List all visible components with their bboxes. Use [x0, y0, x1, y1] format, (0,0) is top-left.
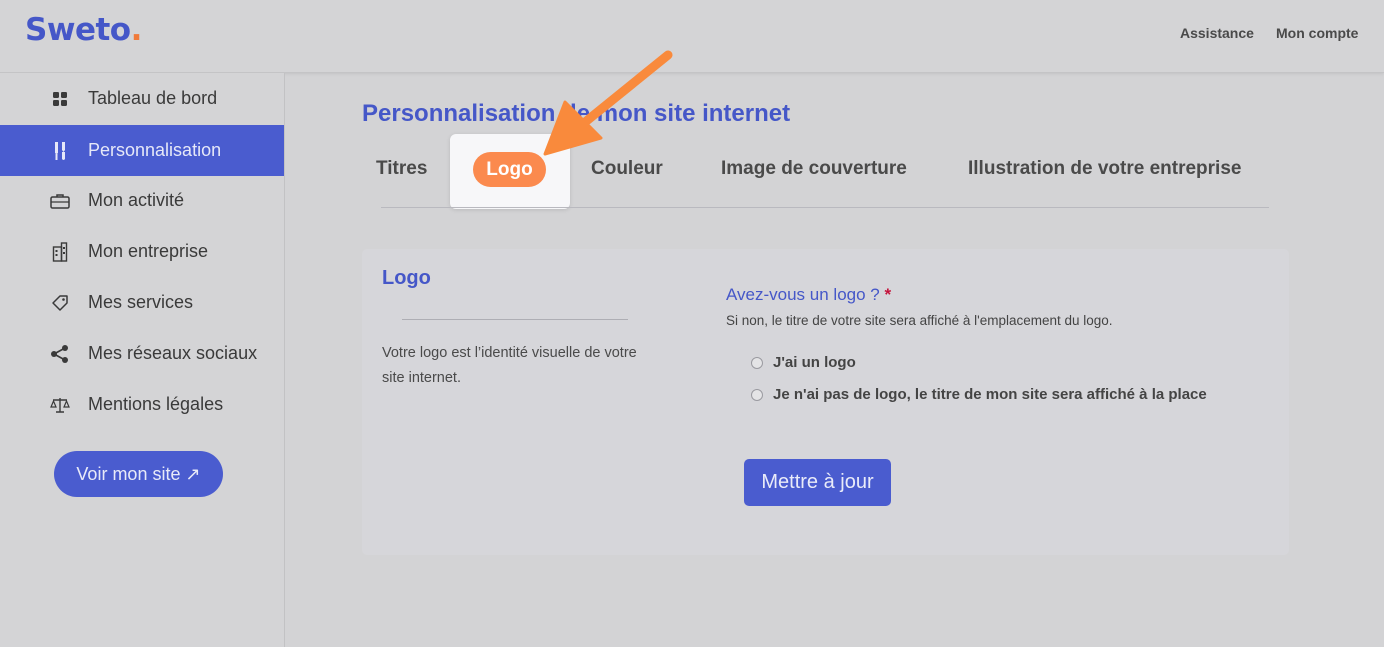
tabs-divider — [381, 207, 1269, 208]
tag-icon — [50, 293, 70, 313]
dashboard-grid-icon — [50, 89, 70, 109]
brushes-icon — [50, 141, 70, 161]
tab-couleur[interactable]: Couleur — [591, 158, 663, 180]
option-label: Je n'ai pas de logo, le titre de mon sit… — [773, 386, 1207, 403]
assistance-link[interactable]: Assistance — [1180, 25, 1254, 41]
brand-logo[interactable]: Sweto. — [25, 12, 142, 48]
option-label: J'ai un logo — [773, 354, 856, 371]
page-title: Personnalisation de mon site internet — [362, 100, 791, 127]
sidebar-item-activity[interactable]: Mon activité — [0, 175, 284, 226]
brand-name: Sweto — [25, 12, 131, 48]
update-button[interactable]: Mettre à jour — [744, 459, 891, 506]
sidebar-item-dashboard[interactable]: Tableau de bord — [0, 73, 284, 124]
scale-icon — [50, 395, 70, 415]
top-header: Sweto. Assistance Mon compte — [0, 0, 1384, 73]
tab-image-couverture[interactable]: Image de couverture — [721, 158, 907, 180]
sidebar-item-label: Mon entreprise — [88, 241, 209, 261]
my-account-link[interactable]: Mon compte — [1276, 25, 1358, 41]
question-label: Avez-vous un logo ? — [726, 285, 880, 304]
briefcase-icon — [50, 191, 70, 211]
card-title: Logo — [382, 267, 431, 289]
share-icon — [50, 344, 70, 364]
radio-button[interactable] — [751, 356, 763, 369]
sidebar-item-personnalisation[interactable]: Personnalisation — [0, 125, 284, 176]
tab-illustration[interactable]: Illustration de votre entreprise — [968, 158, 1241, 180]
building-icon — [50, 241, 70, 262]
radio-button[interactable] — [751, 388, 763, 401]
option-no-logo[interactable]: Je n'ai pas de logo, le titre de mon sit… — [751, 386, 1207, 403]
sidebar-item-label: Mentions légales — [88, 394, 224, 414]
tab-titres[interactable]: Titres — [376, 158, 427, 180]
tab-logo[interactable]: Logo — [473, 152, 546, 187]
brand-dot: . — [130, 12, 143, 48]
sidebar: Tableau de bord Personnalisation Mon act… — [0, 73, 285, 647]
card-description: Votre logo est l’identité visuelle de vo… — [382, 345, 637, 386]
logo-hint: Si non, le titre de votre site sera affi… — [726, 313, 1113, 328]
option-has-logo[interactable]: J'ai un logo — [751, 354, 856, 371]
sidebar-item-label: Mes réseaux sociaux — [88, 343, 258, 363]
sidebar-item-company[interactable]: Mon entreprise — [0, 226, 284, 277]
view-site-button[interactable]: Voir mon site ↗ — [54, 451, 223, 497]
sidebar-item-services[interactable]: Mes services — [0, 277, 284, 328]
sidebar-item-label: Mes services — [88, 292, 194, 312]
sidebar-item-label: Mon activité — [88, 190, 185, 210]
sidebar-item-label: Personnalisation — [88, 140, 222, 160]
sidebar-item-label: Tableau de bord — [88, 88, 218, 108]
required-mark: * — [884, 285, 892, 304]
card-divider — [402, 319, 628, 320]
sidebar-item-legal[interactable]: Mentions légales — [0, 379, 284, 430]
sidebar-item-social[interactable]: Mes réseaux sociaux — [0, 328, 284, 379]
logo-question: Avez-vous un logo ? * — [726, 285, 891, 305]
